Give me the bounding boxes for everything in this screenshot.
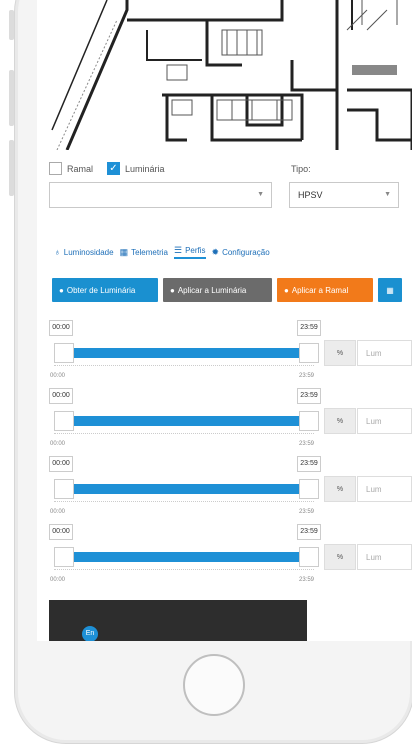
slider-handle-end[interactable]: [299, 479, 319, 499]
tab-perfis[interactable]: ☰ Perfis: [173, 245, 206, 259]
start-time[interactable]: 00:00: [49, 524, 73, 540]
ramal-label: Ramal: [67, 163, 94, 174]
percent-addon: %: [324, 544, 356, 570]
action-buttons: ● Obter de Luminária ● Aplicar a Luminár…: [52, 278, 402, 302]
obter-luminaria-button[interactable]: ● Obter de Luminária: [52, 278, 158, 302]
grid-menu-button[interactable]: ▦: [378, 278, 402, 302]
slider-handle-start[interactable]: [54, 479, 74, 499]
tab-bar: ♁ Luminosidade ▦ Telemetria ☰ Perfis ✹ C…: [54, 245, 270, 259]
time-range-slider[interactable]: [54, 479, 319, 499]
slider-range-fill: [71, 348, 311, 358]
luminosity-input[interactable]: Lum: [357, 476, 412, 502]
start-time[interactable]: 00:00: [49, 456, 73, 472]
slider-range-fill: [71, 484, 311, 494]
profile-row: 00:00 23:59 00:00 23:59 % Lum: [37, 386, 412, 454]
home-button[interactable]: [183, 654, 245, 716]
footer-label: ...: [37, 629, 43, 636]
button-label: Aplicar a Luminária: [177, 285, 247, 295]
slider-handle-start[interactable]: [54, 343, 74, 363]
percent-addon: %: [324, 408, 356, 434]
phone-volume-button: [9, 70, 14, 126]
end-time[interactable]: 23:59: [297, 524, 321, 540]
profile-row: 00:00 23:59 00:00 23:59 % Lum: [37, 454, 412, 522]
tab-luminosidade[interactable]: ♁ Luminosidade: [54, 247, 114, 257]
end-time[interactable]: 23:59: [297, 456, 321, 472]
range-start-label: 00:00: [50, 441, 66, 447]
slider-ticks: [54, 433, 314, 440]
luminaria-select[interactable]: ▼: [49, 182, 272, 208]
chevron-down-icon: ▼: [384, 191, 391, 198]
table-icon: ▦: [119, 246, 129, 257]
ramal-checkbox[interactable]: [49, 162, 62, 175]
luminosity-input[interactable]: Lum: [357, 544, 412, 570]
slider-range-fill: [71, 552, 311, 562]
tab-label: Perfis: [185, 246, 206, 255]
slider-handle-end[interactable]: [299, 547, 319, 567]
phone-volume-button: [9, 140, 14, 196]
slider-handle-end[interactable]: [299, 411, 319, 431]
range-end-label: 23:59: [299, 509, 315, 515]
button-label: Aplicar a Ramal: [291, 285, 349, 295]
time-range-slider[interactable]: [54, 547, 319, 567]
phone-side-button: [9, 10, 14, 40]
start-time[interactable]: 00:00: [49, 320, 73, 336]
start-time[interactable]: 00:00: [49, 388, 73, 404]
luminaria-checkbox[interactable]: ✓: [107, 162, 120, 175]
luminaria-checkbox-row[interactable]: ✓ Luminária: [107, 162, 165, 175]
tab-telemetria[interactable]: ▦ Telemetria: [120, 247, 168, 258]
range-start-label: 00:00: [50, 577, 66, 583]
slider-ticks: [54, 365, 314, 372]
tab-configuracao[interactable]: ✹ Configuração: [212, 247, 270, 258]
percent-addon: %: [324, 340, 356, 366]
percent-addon: %: [324, 476, 356, 502]
range-end-label: 23:59: [299, 577, 315, 583]
profile-row: 00:00 23:59 00:00 23:59 % Lum: [37, 522, 412, 590]
end-time[interactable]: 23:59: [297, 320, 321, 336]
slider-range-fill: [71, 416, 311, 426]
tipo-value: HPSV: [298, 190, 323, 200]
tipo-select[interactable]: HPSV ▼: [289, 182, 399, 208]
gear-icon: ✹: [211, 246, 220, 257]
luminosity-input[interactable]: Lum: [357, 408, 412, 434]
floor-plan-map[interactable]: [37, 0, 412, 150]
download-icon: ●: [59, 285, 64, 295]
range-start-label: 00:00: [50, 509, 66, 515]
aplicar-luminaria-button[interactable]: ● Aplicar a Luminária: [163, 278, 272, 302]
app-screen: Ramal ✓ Luminária Tipo: ▼ HPSV ▼ ♁ Lumin…: [37, 0, 412, 641]
upload-icon: ●: [284, 285, 289, 295]
upload-icon: ●: [170, 285, 175, 295]
tab-label: Telemetria: [131, 247, 168, 257]
grid-icon: ▦: [386, 285, 394, 295]
slider-handle-end[interactable]: [299, 343, 319, 363]
slider-ticks: [54, 501, 314, 508]
range-end-label: 23:59: [299, 373, 315, 379]
luminosity-input[interactable]: Lum: [357, 340, 412, 366]
range-end-label: 23:59: [299, 441, 315, 447]
language-badge[interactable]: En: [82, 626, 98, 641]
tipo-label: Tipo:: [291, 164, 311, 174]
list-icon: ☰: [173, 245, 183, 255]
time-range-slider[interactable]: [54, 343, 319, 363]
profile-row: 00:00 23:59 00:00 23:59 % Lum: [37, 318, 412, 386]
ramal-checkbox-row[interactable]: Ramal: [49, 162, 93, 175]
tab-label: Luminosidade: [63, 247, 114, 257]
slider-handle-start[interactable]: [54, 411, 74, 431]
button-label: Obter de Luminária: [66, 285, 136, 295]
slider-handle-start[interactable]: [54, 547, 74, 567]
tab-label: Configuração: [222, 247, 270, 257]
chevron-down-icon: ▼: [257, 191, 264, 198]
end-time[interactable]: 23:59: [297, 388, 321, 404]
aplicar-ramal-button[interactable]: ● Aplicar a Ramal: [277, 278, 373, 302]
time-range-slider[interactable]: [54, 411, 319, 431]
range-start-label: 00:00: [50, 373, 66, 379]
slider-ticks: [54, 569, 314, 576]
lightbulb-icon: ♁: [54, 247, 61, 257]
luminaria-label: Luminária: [125, 163, 165, 174]
